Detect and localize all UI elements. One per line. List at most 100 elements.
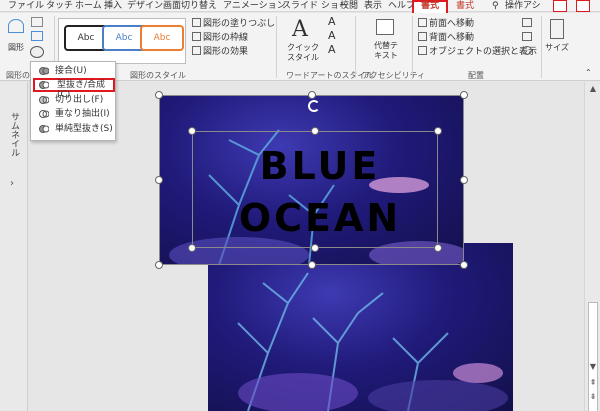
tab-file[interactable]: ファイル [8,0,44,12]
tab-view[interactable]: 表示 [364,0,382,12]
tab-format-active[interactable]: 書式 [421,0,439,12]
text-selection-frame [192,131,438,248]
share-button[interactable] [553,0,567,12]
tab-help[interactable]: ヘルプ [388,0,415,12]
group-icon[interactable] [522,32,532,41]
send-backward-label: 背面へ移動 [429,33,475,43]
shape-styles-group-label: 図形のスタイル [130,71,186,80]
tab-slideshow[interactable]: スライド ショー [282,0,348,12]
resize-handle[interactable] [155,91,163,99]
tab-transitions[interactable]: 画面切り替え [163,0,217,12]
resize-handle[interactable] [460,91,468,99]
merge-shapes-icon[interactable] [30,46,44,58]
text-resize-handle[interactable] [188,127,196,135]
shape-effects-label: 図形の効果 [203,47,249,57]
text-effects-icon[interactable]: A [328,43,336,56]
shape-outline-button[interactable]: 図形の枠線 [192,32,248,43]
merge-union-item[interactable]: 接合(U) [33,64,115,78]
tab-review[interactable]: 校閲 [340,0,358,12]
arrange-group-label: 配置 [468,71,484,80]
collapse-ribbon-icon[interactable]: ⌃ [585,68,592,77]
align-icon[interactable] [522,18,532,27]
selection-pane-label: オブジェクトの選択と表示 [429,47,538,57]
textbox-icon[interactable] [31,31,43,41]
text-resize-handle[interactable] [434,127,442,135]
shape-fill-label: 図形の塗りつぶし [203,19,276,29]
edit-shape-icon[interactable] [31,17,43,27]
ribbon-tab-bar: ファイル タッチ ホーム 挿入 デザイン 画面切り替え アニメーション スライド… [0,0,600,15]
prev-slide-icon[interactable]: ⇞ [588,378,598,387]
scroll-up-icon[interactable]: ▲ [588,84,598,93]
bring-forward-label: 前面へ移動 [429,19,475,29]
rotate-handle-icon[interactable] [308,100,320,112]
text-resize-handle[interactable] [188,244,196,252]
selection-pane-icon [418,46,427,55]
comments-button[interactable] [576,0,590,12]
resize-handle[interactable] [460,261,468,269]
resize-handle[interactable] [460,176,468,184]
merge-fragment-item[interactable]: 切り出し(F) [33,93,115,107]
style-preset-3[interactable]: Abc [140,25,184,51]
tab-tell-me[interactable]: 操作アシ [505,0,541,12]
effects-icon [192,46,201,55]
merge-union-label: 接合(U) [55,66,87,76]
accessibility-group-label: アクセシビリティ [362,71,426,80]
alt-text-icon[interactable] [376,19,394,35]
tab-design[interactable]: デザイン [127,0,163,12]
text-resize-handle[interactable] [311,244,319,252]
resize-handle[interactable] [308,261,316,269]
vertical-scrollbar[interactable]: ▲ ▼ ⇞ ⇟ [584,82,600,411]
ocean-photo-bottom[interactable] [208,243,513,411]
merge-intersect-label: 重なり抽出(I) [55,109,110,119]
resize-handle[interactable] [155,176,163,184]
rotate-icon[interactable] [522,46,532,55]
fragment-icon [39,95,50,105]
resize-handle[interactable] [155,261,163,269]
insert-shape-label[interactable]: 図形 [4,43,28,53]
tab-home[interactable]: ホーム [75,0,102,12]
coral-illustration [237,272,508,411]
merge-fragment-label: 切り出し(F) [55,95,104,105]
quick-styles-icon[interactable]: A [292,17,308,42]
text-fill-icon[interactable]: A [328,15,336,28]
bring-forward-button[interactable]: 前面へ移動 [418,18,474,29]
merge-subtract-item[interactable]: 単純型抜き(S) [33,122,115,136]
merge-shapes-menu: 接合(U) 型抜き/合成(C) 切り出し(F) 重なり抽出(I) 単純型抜き(S… [30,61,116,141]
text-resize-handle[interactable] [434,244,442,252]
outline-icon [192,32,201,41]
send-backward-button[interactable]: 背面へ移動 [418,32,474,43]
size-icon[interactable] [550,19,564,39]
resize-handle[interactable] [308,91,316,99]
combine-icon [39,80,50,90]
fill-icon [192,18,201,27]
merge-intersect-item[interactable]: 重なり抽出(I) [33,107,115,121]
next-slide-icon[interactable]: ⇟ [588,392,598,401]
tab-touch[interactable]: タッチ [46,0,73,12]
merge-subtract-label: 単純型抜き(S) [55,124,113,134]
tab-animations[interactable]: アニメーション [223,0,286,12]
search-icon[interactable]: ⚲ [492,0,499,12]
quick-styles-label[interactable]: クイック スタイル [284,43,322,63]
subtract-icon [39,124,50,134]
expand-arrow-icon[interactable]: › [10,178,14,189]
shape-effects-button[interactable]: 図形の効果 [192,46,248,57]
merge-combine-item[interactable]: 型抜き/合成(C) [33,78,115,100]
shape-outline-label: 図形の枠線 [203,33,249,43]
intersect-icon [39,109,50,119]
alt-text-label[interactable]: 代替テ キスト [368,41,404,61]
shape-fill-button[interactable]: 図形の塗りつぶし [192,18,275,29]
selection-pane-button[interactable]: オブジェクトの選択と表示 [418,46,537,57]
send-backward-icon [418,32,427,41]
text-outline-icon[interactable]: A [328,29,336,42]
union-icon [39,66,50,76]
size-label[interactable]: サイズ [543,43,571,53]
text-resize-handle[interactable] [311,127,319,135]
tab-format-secondary[interactable]: 書式 [456,0,474,12]
bring-forward-icon [418,18,427,27]
insert-shape-group-label: 図形の [6,71,30,80]
wordart-group-label: ワードアートのスタイル [286,71,374,80]
tab-insert[interactable]: 挿入 [104,0,122,12]
thumbnail-pane-label: サムネイル [9,112,19,157]
scroll-down-icon[interactable]: ▼ [588,362,598,371]
shape-icon[interactable] [8,19,24,33]
